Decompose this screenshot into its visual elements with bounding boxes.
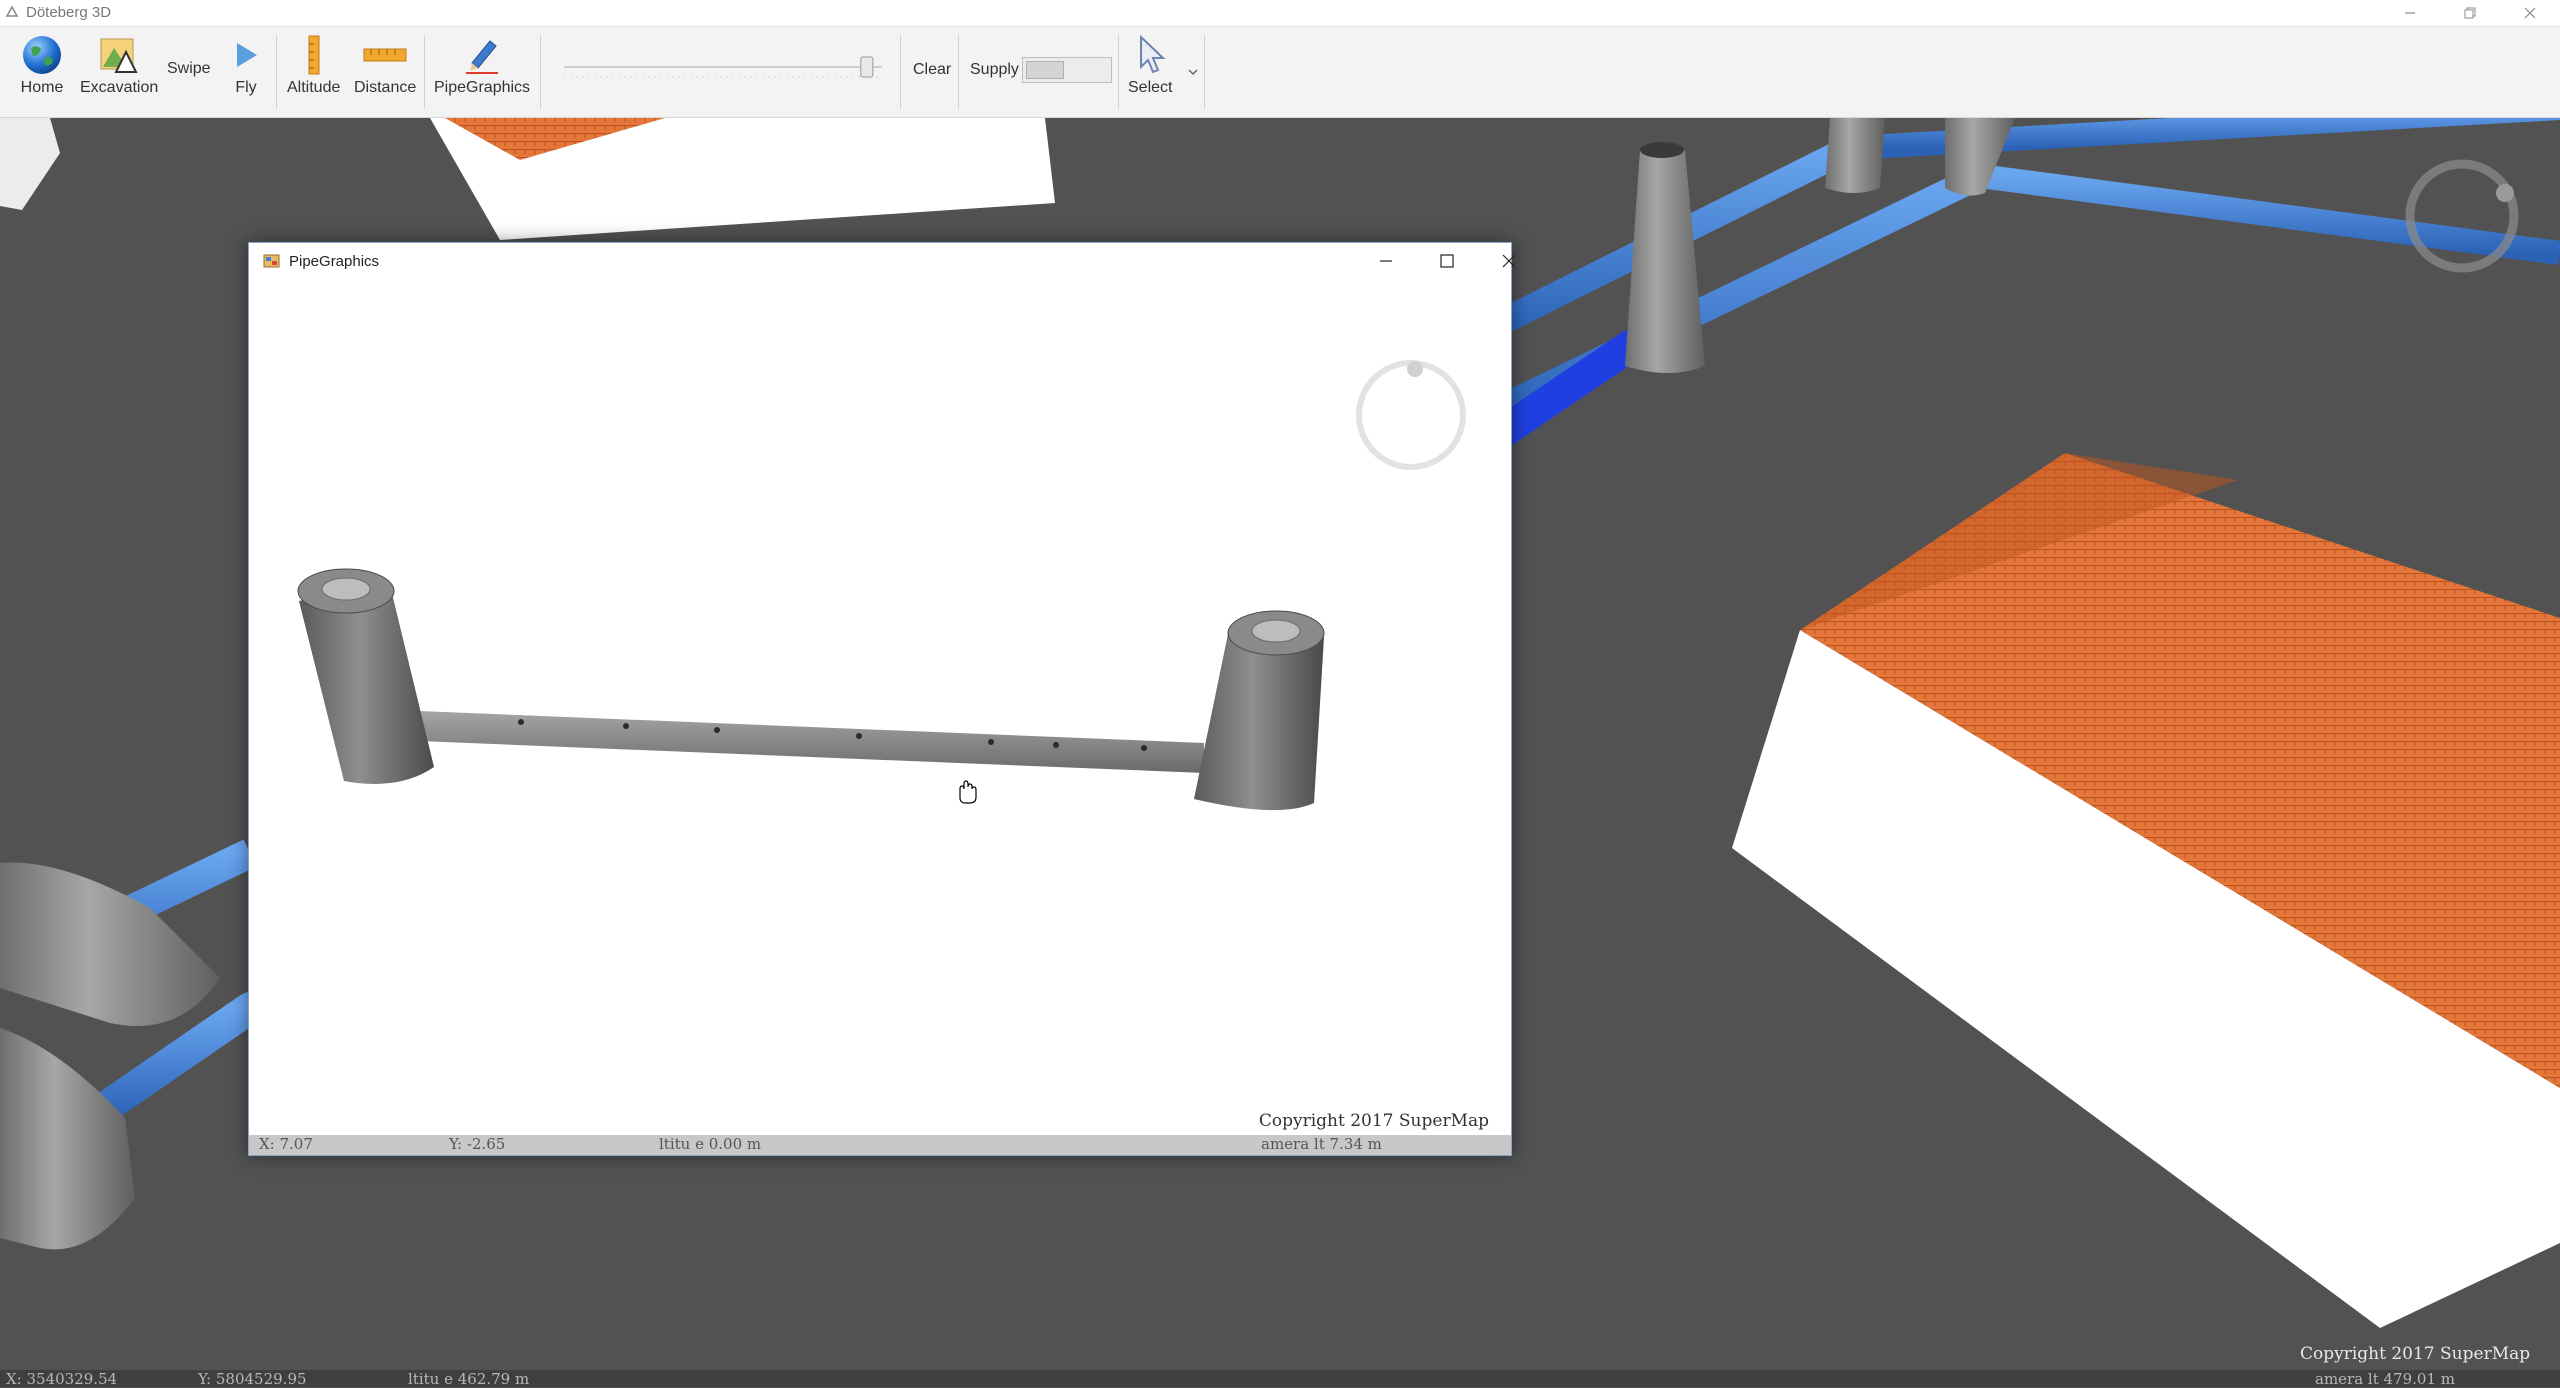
supply-toggle[interactable] bbox=[1022, 57, 1112, 83]
cursor-arrow-icon bbox=[1140, 35, 1166, 74]
dialog-compass-ring[interactable] bbox=[1356, 360, 1466, 470]
window-title: Döteberg 3D bbox=[26, 4, 112, 21]
dialog-titlebar[interactable]: PipeGraphics bbox=[249, 243, 1516, 279]
pencil-icon bbox=[466, 40, 499, 74]
close-button[interactable] bbox=[2500, 0, 2560, 26]
dialog-minimize-button[interactable] bbox=[1356, 243, 1416, 279]
distance-label: Distance bbox=[354, 79, 417, 96]
left-manhole bbox=[297, 568, 434, 784]
toolbar-separator bbox=[958, 35, 959, 109]
dialog-y-coordinate: Y: -2.65 bbox=[449, 1135, 506, 1153]
dialog-copyright: Copyright 2017 SuperMap bbox=[1258, 1111, 1489, 1131]
globe-icon bbox=[23, 36, 61, 74]
hand-cursor-icon bbox=[959, 780, 977, 804]
pipegraphics-label: PipeGraphics bbox=[434, 79, 531, 96]
main-altitude: ltitu e 462.79 m bbox=[408, 1370, 530, 1388]
dialog-x-coordinate: X: 7.07 bbox=[259, 1135, 313, 1153]
right-manhole bbox=[1194, 610, 1325, 811]
main-x-coordinate: X: 3540329.54 bbox=[6, 1370, 118, 1388]
clear-button[interactable]: Clear bbox=[913, 61, 951, 79]
minimize-button[interactable] bbox=[2380, 0, 2440, 26]
window-titlebar: Döteberg 3D bbox=[0, 0, 2560, 27]
fly-label: Fly bbox=[235, 79, 257, 96]
dialog-statusbar: X: 7.07 Y: -2.65 ltitu e 0.00 m amera lt… bbox=[249, 1135, 1511, 1155]
main-y-coordinate: Y: 5804529.95 bbox=[198, 1370, 307, 1388]
chevron-down-icon bbox=[1188, 69, 1198, 76]
main-camera-altitude: amera lt 479.01 m bbox=[2315, 1370, 2455, 1388]
building-edge bbox=[0, 118, 60, 210]
app-icon bbox=[5, 5, 19, 17]
large-building bbox=[1732, 453, 2560, 1328]
toolbar-separator bbox=[540, 35, 541, 109]
pipe-3d-viewport[interactable] bbox=[249, 279, 1511, 1119]
maximize-icon bbox=[1440, 254, 1454, 268]
restore-icon bbox=[2464, 7, 2476, 19]
pipegraphics-app-icon bbox=[263, 254, 280, 268]
close-icon bbox=[2524, 7, 2536, 19]
toolbar-separator bbox=[1118, 35, 1119, 109]
pipegraphics-window[interactable]: PipeGraphics Copyright 2017 SuperMap X: … bbox=[248, 242, 1516, 1156]
pipe-3d-scene bbox=[297, 360, 1466, 811]
toolbar-dropdown[interactable] bbox=[1186, 65, 1200, 79]
fly-button[interactable]: Fly bbox=[224, 33, 268, 97]
home-label: Home bbox=[20, 79, 64, 96]
minimize-icon bbox=[2405, 12, 2415, 14]
main-statusbar: X: 3540329.54 Y: 5804529.95 ltitu e 462.… bbox=[0, 1370, 2560, 1388]
close-icon bbox=[1502, 254, 1516, 268]
toolbar: Home Excavation Swipe Fly Altitude Dista… bbox=[0, 27, 2560, 118]
altitude-ruler-icon bbox=[308, 35, 320, 75]
toolbar-separator bbox=[276, 35, 277, 109]
main-copyright: Copyright 2017 SuperMap bbox=[2300, 1344, 2531, 1364]
distance-button[interactable]: Distance bbox=[354, 33, 416, 97]
supply-label: Supply bbox=[970, 61, 1019, 78]
altitude-label: Altitude bbox=[287, 79, 341, 96]
restore-button[interactable] bbox=[2440, 0, 2500, 26]
opacity-slider[interactable] bbox=[562, 55, 892, 83]
compass-ring[interactable] bbox=[2405, 159, 2519, 273]
dialog-maximize-button[interactable] bbox=[1417, 243, 1477, 279]
dialog-close-button[interactable] bbox=[1479, 243, 1539, 279]
dialog-camera-altitude: amera lt 7.34 m bbox=[1261, 1135, 1382, 1153]
excavation-label: Excavation bbox=[80, 79, 159, 96]
select-button[interactable]: Select bbox=[1128, 33, 1172, 97]
minimize-icon bbox=[1380, 260, 1392, 262]
toolbar-separator bbox=[1204, 35, 1205, 109]
select-label: Select bbox=[1128, 79, 1173, 96]
home-button[interactable]: Home bbox=[20, 33, 64, 97]
dialog-altitude: ltitu e 0.00 m bbox=[659, 1135, 762, 1153]
pipegraphics-button[interactable]: PipeGraphics bbox=[434, 33, 530, 97]
swipe-button[interactable]: Swipe bbox=[167, 60, 211, 78]
play-icon bbox=[237, 43, 257, 67]
supply-toggle-knob bbox=[1026, 61, 1064, 79]
toolbar-separator bbox=[424, 35, 425, 109]
excavation-icon bbox=[100, 38, 138, 73]
slider-track bbox=[564, 56, 882, 78]
dialog-title: PipeGraphics bbox=[289, 253, 380, 270]
distance-ruler-icon bbox=[363, 48, 407, 62]
altitude-button[interactable]: Altitude bbox=[287, 33, 340, 97]
excavation-button[interactable]: Excavation bbox=[80, 33, 158, 97]
toolbar-separator bbox=[900, 35, 901, 109]
pipe-segment bbox=[419, 711, 1204, 773]
